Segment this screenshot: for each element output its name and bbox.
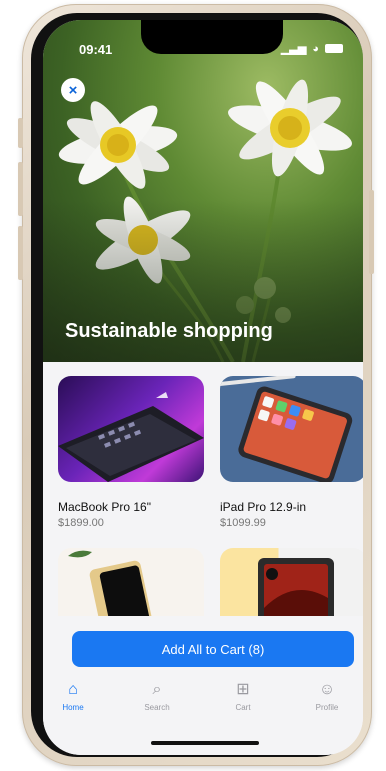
hero-title: Sustainable shopping [65,320,273,342]
tab-label: Profile [315,703,339,712]
mute-switch [18,118,23,148]
add-all-to-cart-button[interactable]: Add All to Cart (8) [72,631,354,667]
close-icon: × [68,81,78,99]
volume-up-button [18,162,23,216]
product-price: $1899.00 [58,517,104,529]
tab-label: Home [62,703,84,712]
tab-search[interactable]: ⌕ Search [127,680,187,712]
search-icon: ⌕ [152,681,162,698]
laptop-illustration [58,392,204,482]
tablet-illustration [220,376,353,482]
tab-bar: ⌂ Home ⌕ Search ⊞ Cart ☺ Profile [43,680,363,730]
close-button[interactable]: × [61,78,85,102]
tab-profile[interactable]: ☺ Profile [297,680,357,712]
tab-label: Search [144,703,170,712]
status-icons: ▁▃▅ ◕ [281,42,343,55]
cart-icon: ⊞ [236,681,250,698]
volume-down-button [18,226,23,280]
product-card-macbook[interactable]: MacBook Pro 16" $1899.00 [58,376,204,529]
battery-icon [325,44,343,53]
bottom-action-area: Add All to Cart (8) ⌂ Home ⌕ Search ⊞ Ca… [43,616,363,755]
signal-icon: ▁▃▅ [280,43,307,55]
app-screen: 09:41 ▁▃▅ ◕ × Sustainable shopping MacBo… [43,20,363,755]
tab-home[interactable]: ⌂ Home [43,680,103,712]
macbook-image [58,376,204,482]
dynamic-notch [141,20,283,54]
status-time: 09:41 [79,42,113,57]
power-button [369,190,374,274]
product-card-ipad[interactable]: iPad Pro 12.9-in $1099.99 [220,376,363,529]
hero-banner: 09:41 ▁▃▅ ◕ × Sustainable shopping [43,20,363,362]
tab-label: Cart [235,703,251,712]
profile-icon: ☺ [318,681,336,698]
home-icon: ⌂ [68,681,78,698]
product-price: $1099.99 [220,517,266,529]
wifi-icon: ◕ [312,42,319,55]
product-name: MacBook Pro 16" [58,500,151,514]
ipad-image [220,376,363,482]
tab-cart[interactable]: ⊞ Cart [213,680,273,712]
product-name: iPad Pro 12.9-in [220,500,307,514]
home-indicator[interactable] [151,741,259,745]
